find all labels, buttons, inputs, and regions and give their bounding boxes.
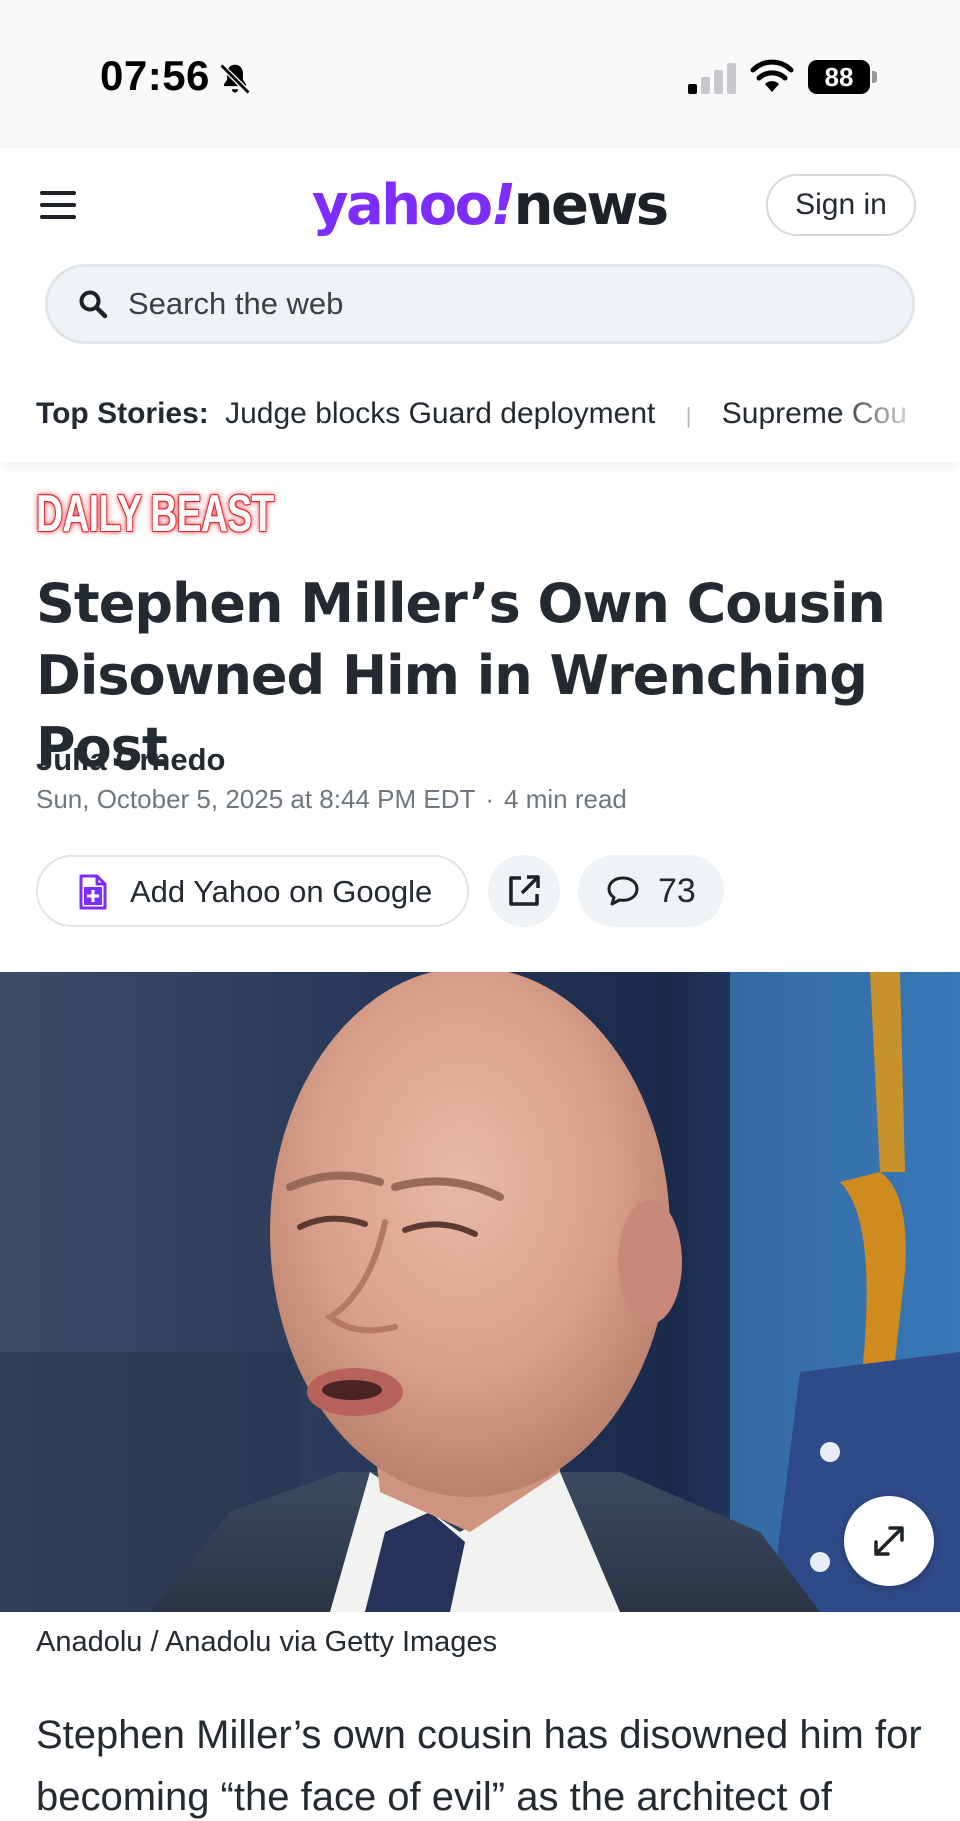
article-meta: Sun, October 5, 2025 at 8:44 PM EDT · 4 mi… xyxy=(36,784,627,815)
top-story-link[interactable]: Judge blocks Guard deployment xyxy=(225,397,655,430)
read-time: 4 min read xyxy=(504,784,627,814)
sign-in-button[interactable]: Sign in xyxy=(766,174,916,236)
publish-date: Sun, October 5, 2025 at 8:44 PM EDT xyxy=(36,784,476,814)
bell-slash-icon xyxy=(219,63,251,95)
top-stories-label: Top Stories: xyxy=(36,397,209,430)
top-stories-ticker: Top Stories: Judge blocks Guard deployme… xyxy=(36,394,926,434)
article-body-paragraph: Stephen Miller’s own cousin has disowned… xyxy=(36,1713,922,1819)
comment-count: 73 xyxy=(658,872,696,910)
status-time: 07:56 xyxy=(100,52,210,99)
image-caption: Anadolu / Anadolu via Getty Images xyxy=(36,1626,498,1658)
status-bar: 07:56 88 xyxy=(0,0,960,148)
share-external-icon xyxy=(509,875,540,906)
hamburger-menu-icon[interactable] xyxy=(40,188,80,222)
add-yahoo-on-google-button[interactable]: Add Yahoo on Google xyxy=(36,855,469,927)
daily-beast-logo[interactable]: DAILY BEAST xyxy=(36,486,274,542)
document-plus-icon xyxy=(79,874,107,910)
battery-icon: 88 xyxy=(808,60,878,94)
wifi-icon xyxy=(750,59,794,92)
expand-icon xyxy=(874,1526,904,1556)
comment-bubble-icon xyxy=(607,876,639,906)
expand-image-button[interactable] xyxy=(844,1496,934,1586)
comments-button[interactable]: 73 xyxy=(578,855,724,927)
cellular-signal-icon xyxy=(688,62,736,94)
hero-photo xyxy=(0,972,960,1612)
search-icon xyxy=(79,290,108,319)
article-hero-image[interactable] xyxy=(0,972,960,1612)
yahoo-news-logo[interactable]: yahoo!news xyxy=(312,166,669,246)
battery-level: 88 xyxy=(808,60,870,94)
site-header: yahoo!news Sign in Top Stories: Judge bl… xyxy=(0,148,960,462)
story-divider: | xyxy=(685,403,692,428)
add-google-label: Add Yahoo on Google xyxy=(130,874,433,909)
search-input[interactable] xyxy=(128,279,888,329)
article-author[interactable]: Julia Ornedo xyxy=(36,742,225,778)
search-bar[interactable] xyxy=(45,264,915,344)
share-button[interactable] xyxy=(488,855,560,927)
meta-separator: · xyxy=(485,784,495,814)
